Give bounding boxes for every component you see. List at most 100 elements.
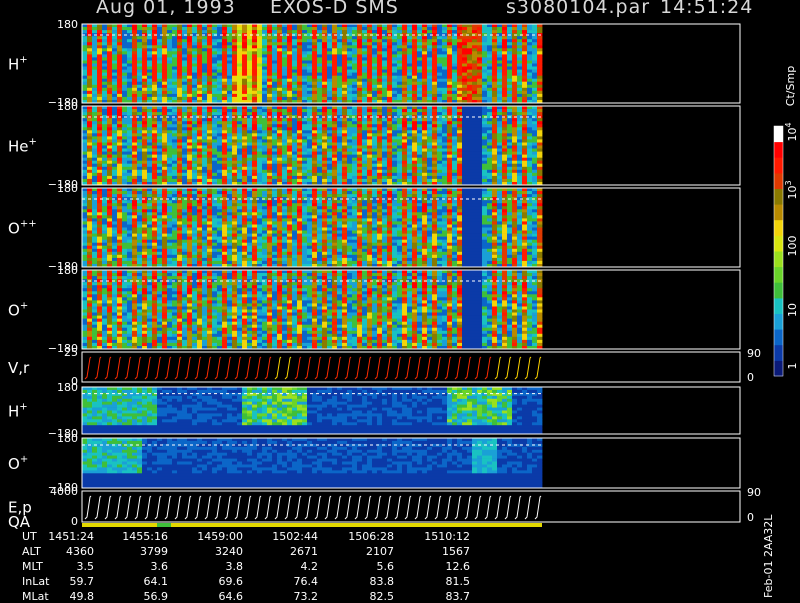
trace-mark bbox=[315, 357, 321, 379]
y-tick-top: 180 bbox=[57, 182, 78, 195]
qa-bar-segment bbox=[157, 523, 171, 527]
trace-mark bbox=[415, 357, 421, 379]
colorbar-swatch bbox=[774, 204, 783, 220]
trace-mark bbox=[335, 357, 341, 379]
trace-mark bbox=[235, 357, 241, 379]
trace-mark bbox=[475, 357, 481, 379]
trace-mark bbox=[245, 357, 251, 379]
right-tick-top: 90 bbox=[747, 347, 761, 360]
panel-He+-image bbox=[82, 106, 542, 185]
colorbar-tick: 103 bbox=[784, 180, 799, 199]
orbit-value: 3.5 bbox=[34, 560, 94, 573]
trace-mark bbox=[145, 496, 151, 519]
trace-mark bbox=[445, 496, 451, 519]
trace-mark bbox=[135, 357, 141, 379]
colorbar-swatch bbox=[774, 126, 783, 142]
trace-mark bbox=[255, 357, 261, 379]
orbit-value: 3.8 bbox=[183, 560, 243, 573]
trace-mark bbox=[515, 357, 521, 379]
orbit-value: 4.2 bbox=[258, 560, 318, 573]
trace-mark bbox=[285, 357, 291, 379]
trace-mark bbox=[205, 357, 211, 379]
colorbar-swatch bbox=[774, 220, 783, 236]
trace-mark bbox=[95, 357, 101, 379]
panel-label-H+2: H+ bbox=[8, 402, 28, 421]
panel-O++-image bbox=[82, 188, 542, 267]
trace-mark bbox=[405, 357, 411, 379]
trace-mark bbox=[155, 496, 161, 519]
right-tick-top: 90 bbox=[747, 486, 761, 499]
trace-mark bbox=[115, 357, 121, 379]
colorbar-tick: 1 bbox=[786, 363, 799, 370]
y-tick-top: 180 bbox=[57, 100, 78, 113]
trace-mark bbox=[535, 496, 541, 519]
colorbar-swatch bbox=[774, 282, 783, 298]
orbit-value: 49.8 bbox=[34, 590, 94, 603]
trace-mark bbox=[195, 357, 201, 379]
colorbar-swatch bbox=[774, 235, 783, 251]
panel-label-O++: O++ bbox=[8, 219, 37, 238]
trace-mark bbox=[435, 357, 441, 379]
colorbar-swatch bbox=[774, 173, 783, 189]
orbit-value: 3.6 bbox=[108, 560, 168, 573]
trace-mark bbox=[285, 496, 291, 519]
trace-mark bbox=[445, 357, 451, 379]
trace-mark bbox=[165, 496, 171, 519]
orbit-value: 1510:12 bbox=[410, 530, 470, 543]
trace-mark bbox=[225, 496, 231, 519]
y-tick-top: 180 bbox=[57, 264, 78, 277]
qa-bar bbox=[82, 523, 542, 527]
orbit-value: 12.6 bbox=[410, 560, 470, 573]
trace-mark bbox=[315, 496, 321, 519]
trace-mark bbox=[185, 496, 191, 519]
trace-mark bbox=[325, 357, 331, 379]
trace-mark bbox=[305, 496, 311, 519]
trace-mark bbox=[265, 496, 271, 519]
trace-mark bbox=[415, 496, 421, 519]
trace-mark bbox=[505, 496, 511, 519]
trace-mark bbox=[215, 357, 221, 379]
orbit-value: 73.2 bbox=[258, 590, 318, 603]
trace-mark bbox=[455, 357, 461, 379]
trace-mark bbox=[375, 357, 381, 379]
y-tick-top: 180 bbox=[57, 381, 78, 394]
trace-mark bbox=[335, 496, 341, 519]
trace-mark bbox=[265, 357, 271, 379]
orbit-value: 82.5 bbox=[334, 590, 394, 603]
colorbar-swatch bbox=[774, 157, 783, 173]
trace-mark bbox=[455, 496, 461, 519]
panel-label-He+: He+ bbox=[8, 137, 37, 156]
panel-label-qa: QA bbox=[8, 513, 31, 531]
colorbar-unit: Ct/Smp bbox=[784, 66, 797, 106]
trace-mark bbox=[205, 496, 211, 519]
colorbar-swatch bbox=[774, 345, 783, 361]
trace-mark bbox=[465, 496, 471, 519]
trace-mark bbox=[395, 496, 401, 519]
trace-mark bbox=[385, 357, 391, 379]
trace-mark bbox=[365, 496, 371, 519]
orbit-value: 3240 bbox=[183, 545, 243, 558]
panel-H+-image bbox=[82, 24, 542, 103]
orbit-value: 3799 bbox=[108, 545, 168, 558]
orbit-value: 1459:00 bbox=[183, 530, 243, 543]
trace-mark bbox=[355, 496, 361, 519]
orbit-value: 69.6 bbox=[183, 575, 243, 588]
trace-mark bbox=[425, 496, 431, 519]
orbit-value: 5.6 bbox=[334, 560, 394, 573]
right-tick-bottom: 0 bbox=[747, 371, 754, 384]
trace-mark bbox=[355, 357, 361, 379]
orbit-value: 59.7 bbox=[34, 575, 94, 588]
trace-mark bbox=[325, 496, 331, 519]
panel-label-O+2: O+ bbox=[8, 454, 28, 473]
trace-mark bbox=[375, 496, 381, 519]
orbit-value: 56.9 bbox=[108, 590, 168, 603]
trace-mark bbox=[465, 357, 471, 379]
trace-mark bbox=[435, 496, 441, 519]
trace-mark bbox=[365, 357, 371, 379]
colorbar-swatch bbox=[774, 189, 783, 205]
footer-stamp: Feb-01 2AA32L bbox=[762, 515, 775, 598]
y-tick-top: 25 bbox=[64, 346, 78, 359]
orbit-value: 2107 bbox=[334, 545, 394, 558]
trace-mark bbox=[395, 357, 401, 379]
trace-mark bbox=[345, 357, 351, 379]
